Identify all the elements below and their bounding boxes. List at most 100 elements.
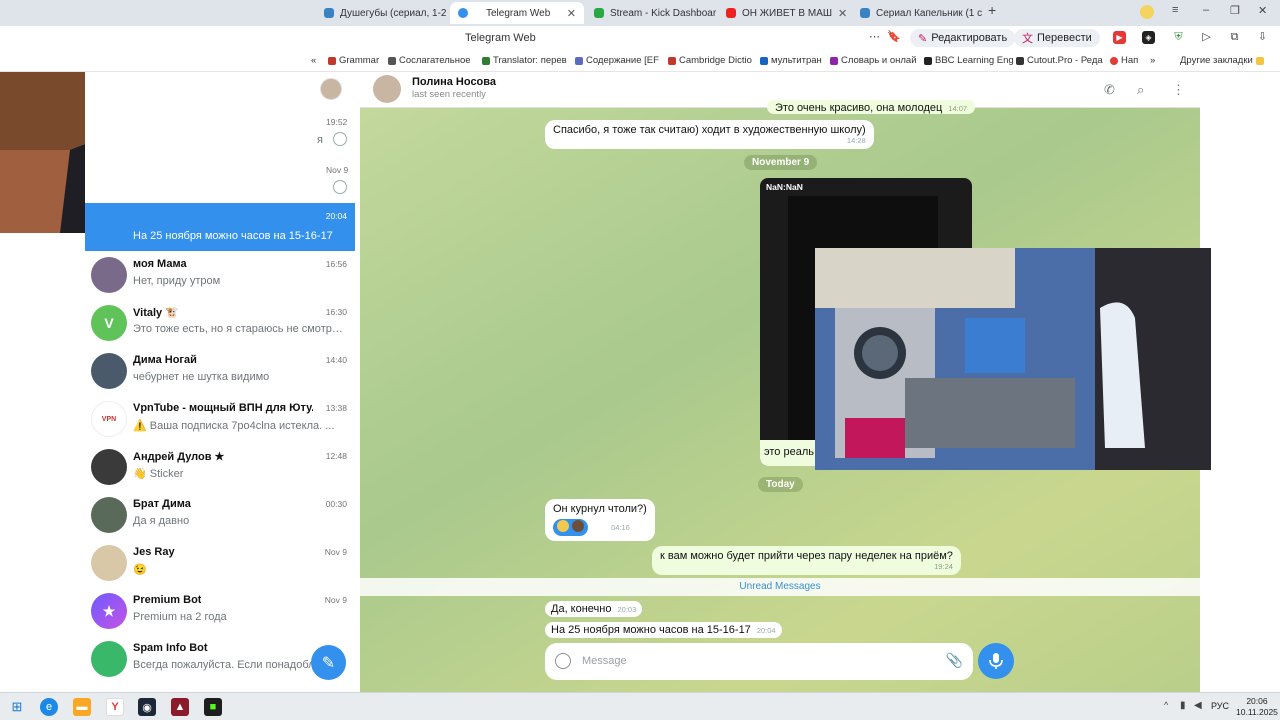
attach-icon[interactable]: 📎 bbox=[946, 652, 963, 669]
chat-time: Nov 9 bbox=[324, 595, 347, 605]
bookmark-dictionary[interactable]: Словарь и онлай bbox=[830, 55, 917, 66]
profile-icon[interactable] bbox=[1140, 5, 1154, 19]
tab-kick-dashboard[interactable]: Stream - Kick Dashboard bbox=[586, 2, 716, 24]
search-icon[interactable]: ⌕ bbox=[1137, 82, 1144, 98]
bookmark-more[interactable]: Нап bbox=[1110, 55, 1138, 66]
volume-icon[interactable]: ◀ bbox=[1194, 700, 1202, 711]
restore-icon[interactable]: ❐ bbox=[1230, 4, 1240, 17]
bookmark-bbc[interactable]: BBC Learning Eng bbox=[924, 55, 1014, 66]
chat-name: VpnTube - мощный ВПН для Юту... bbox=[133, 402, 313, 414]
bookmark-ef-contents[interactable]: Содержание [EF bbox=[575, 55, 659, 66]
youtube-extension-icon[interactable]: ▶ bbox=[1113, 31, 1126, 44]
keyboard-language[interactable]: РУС bbox=[1211, 701, 1229, 711]
bookmarks-overflow-icon[interactable]: » bbox=[1150, 55, 1155, 66]
other-bookmarks[interactable]: Другие закладки bbox=[1180, 55, 1264, 66]
chat-list-item[interactable]: Jes Ray 😉 Nov 9 bbox=[85, 539, 355, 587]
file-explorer-icon[interactable]: ▬ bbox=[73, 698, 91, 716]
chat-time: 20:04 bbox=[325, 211, 347, 221]
chat-preview: ⚠️ Ваша подписка 7po4clna истекла. ... bbox=[133, 420, 335, 432]
reaction-chip[interactable] bbox=[553, 519, 589, 536]
edit-button[interactable]: ✎ Редактировать bbox=[910, 29, 1016, 47]
more-vertical-icon[interactable]: ⋮ bbox=[1172, 82, 1185, 98]
chat-name: Spam Info Bot bbox=[133, 642, 208, 654]
message-incoming[interactable]: Спасибо, я тоже так считаю) ходит в худо… bbox=[545, 120, 874, 149]
message-incoming[interactable]: На 25 ноября можно часов на 15-16-17 20:0… bbox=[545, 622, 782, 638]
bookmark-favicon-icon bbox=[668, 56, 676, 65]
bookmark-subjunctive[interactable]: Сослагательное bbox=[388, 55, 471, 66]
more-icon[interactable]: ⋯ bbox=[868, 31, 881, 44]
chat-time: Nov 9 bbox=[326, 165, 349, 175]
tab-youtube-video[interactable]: ОН ЖИВЕТ В МАШ ✕ bbox=[718, 2, 850, 24]
chat-list-item[interactable]: VPN VpnTube - мощный ВПН для Юту... ⚠️ В… bbox=[85, 395, 355, 443]
bookmark-cambridge[interactable]: Cambridge Dictio bbox=[668, 55, 752, 66]
contact-name[interactable]: Полина Носова bbox=[412, 76, 496, 88]
avatar[interactable] bbox=[373, 75, 401, 103]
tray-chevron-icon[interactable]: ^ bbox=[1164, 700, 1168, 710]
contact-status: last seen recently bbox=[412, 89, 486, 100]
kick-icon[interactable]: ■ bbox=[204, 698, 222, 716]
bookmark-multitran[interactable]: мультитран bbox=[760, 55, 822, 66]
minimize-icon[interactable]: – bbox=[1203, 4, 1209, 16]
pencil-icon: ✎ bbox=[321, 654, 336, 672]
new-tab-icon[interactable]: + bbox=[988, 2, 996, 18]
chat-list-item[interactable]: ★ Premium Bot Premium на 2 года Nov 9 bbox=[85, 587, 355, 635]
translate-icon: 文 bbox=[1022, 33, 1033, 45]
message-outgoing[interactable]: Это очень красиво, она молодец 14:07 bbox=[767, 100, 976, 114]
phone-icon[interactable]: ✆ bbox=[1104, 82, 1115, 98]
message-input[interactable] bbox=[582, 652, 922, 670]
collections-icon[interactable]: ⧉ bbox=[1228, 31, 1241, 44]
tab-telegram-web[interactable]: Telegram Web ✕ bbox=[450, 2, 584, 24]
message-incoming[interactable]: Да, конечно 20:03 bbox=[545, 601, 643, 617]
picture-in-picture-video[interactable] bbox=[815, 248, 1211, 470]
tab-favicon-icon bbox=[860, 8, 870, 18]
chat-time: 16:30 bbox=[325, 307, 347, 317]
avatar bbox=[572, 520, 585, 532]
avatar: V bbox=[91, 305, 127, 341]
chat-list-item[interactable]: Андрей Дулов ★ 👋 Sticker 12:48 bbox=[85, 443, 355, 491]
menu-icon[interactable]: ≡ bbox=[1172, 4, 1178, 16]
extension-icon[interactable]: ◈ bbox=[1142, 31, 1155, 44]
message-incoming[interactable]: Он курнул чтоли?) 04:16 bbox=[545, 499, 655, 541]
tab-dushegubi[interactable]: Душегубы (сериал, 1-2 се bbox=[316, 2, 448, 24]
avatar[interactable] bbox=[320, 78, 342, 100]
chat-list-item[interactable]: Брат Дима Да я давно 00:30 bbox=[85, 491, 355, 539]
media-icon[interactable]: ▷ bbox=[1200, 31, 1213, 44]
yandex-browser-icon[interactable]: Y bbox=[106, 698, 124, 716]
bookmark-icon[interactable]: 🔖 bbox=[887, 31, 901, 44]
chat-name: моя Мама bbox=[133, 258, 187, 270]
close-tab-icon[interactable]: ✕ bbox=[567, 7, 576, 20]
close-window-icon[interactable]: ✕ bbox=[1258, 4, 1267, 17]
compose-button[interactable]: ✎ bbox=[311, 645, 346, 680]
system-clock[interactable]: 20:06 10.11.2025 bbox=[1236, 696, 1278, 718]
close-tab-icon[interactable]: ✕ bbox=[838, 7, 847, 20]
app-icon[interactable]: ▲ bbox=[171, 698, 189, 716]
reactions[interactable]: 04:16 bbox=[553, 519, 647, 536]
chat-time: Nov 9 bbox=[324, 547, 347, 557]
chat-list-item[interactable]: V Vitaly 🐮 Это тоже есть, но я стараюсь … bbox=[85, 299, 355, 347]
chat-list-item[interactable]: моя Мама Нет, приду утром 16:56 bbox=[85, 251, 355, 299]
chat-time: 14:40 bbox=[325, 355, 347, 365]
message-composer[interactable]: 📎 bbox=[545, 643, 973, 680]
chat-list-sidebar[interactable]: 19:52 я Nov 9 На 25 ноября можно часов н… bbox=[85, 72, 360, 692]
bookmark-translator[interactable]: Translator: перев bbox=[482, 55, 567, 66]
unread-messages-divider: Unread Messages bbox=[360, 578, 1200, 596]
edge-icon[interactable]: e bbox=[40, 698, 58, 716]
voice-record-button[interactable] bbox=[978, 643, 1014, 679]
chat-list-item[interactable]: Дима Ногай чебурнет не шутка видимо 14:4… bbox=[85, 347, 355, 395]
steam-icon[interactable]: ◉ bbox=[138, 698, 156, 716]
translate-button[interactable]: 文 Перевести bbox=[1014, 29, 1100, 47]
bookmark-grammar[interactable]: Grammar bbox=[328, 55, 379, 66]
download-icon[interactable]: ⇩ bbox=[1256, 31, 1269, 44]
windows-start-icon[interactable]: ⊞ bbox=[8, 698, 26, 716]
avatar bbox=[91, 353, 127, 389]
chat-preview: На 25 ноября можно часов на 15-16-17 bbox=[133, 230, 333, 242]
message-outgoing[interactable]: к вам можно будет прийти через пару неде… bbox=[652, 546, 961, 575]
bookmark-cutout[interactable]: Cutout.Pro - Реда bbox=[1016, 55, 1103, 66]
shield-icon[interactable]: ⛨ bbox=[1172, 31, 1185, 44]
bookmarks-chevron-icon[interactable]: « bbox=[311, 55, 316, 66]
address-bar: Telegram Web ⋯ 🔖 ✎ Редактировать 文 Перев… bbox=[0, 26, 1280, 50]
tab-kapelnik[interactable]: Сериал Капельник (1 се bbox=[852, 2, 982, 24]
emoji-icon[interactable] bbox=[555, 653, 571, 669]
chat-list-item[interactable]: На 25 ноября можно часов на 15-16-17 20:… bbox=[85, 203, 355, 251]
battery-icon[interactable]: ▮ bbox=[1180, 700, 1186, 711]
